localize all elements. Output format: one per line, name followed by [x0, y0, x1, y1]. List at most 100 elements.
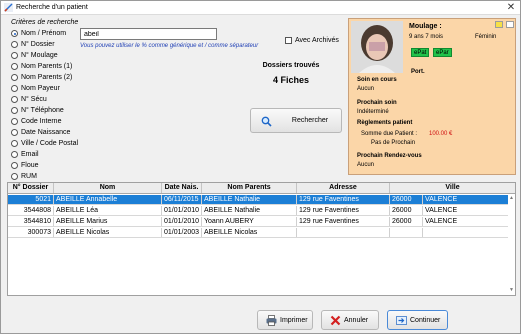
radio-button[interactable] — [11, 107, 18, 114]
cell-nom: ABEILLE Nicolas — [54, 228, 162, 237]
col-nom[interactable]: Nom — [54, 183, 162, 193]
radio-button[interactable] — [11, 118, 18, 125]
radio-button[interactable] — [11, 96, 18, 103]
title-bar: Recherche d'un patient ✕ — [1, 1, 520, 15]
patient-panel: Moulage : 9 ans 7 mois Féminin ePat ePar… — [348, 18, 516, 175]
cell-dossier: 3544808 — [8, 206, 54, 215]
cell-nom: ABEILLE Annabelle — [54, 195, 162, 204]
radio-label: RUM — [21, 173, 37, 180]
col-parents[interactable]: Nom Parents — [202, 183, 297, 193]
col-date[interactable]: Date Nais. — [162, 183, 202, 193]
cell-date: 01/01/2010 — [162, 217, 202, 226]
radio-label: Ville / Code Postal — [21, 140, 79, 147]
cell-cp: 26000 — [390, 206, 423, 215]
magnifier-icon — [261, 116, 272, 127]
cross-icon — [330, 315, 341, 326]
radio-button[interactable] — [11, 151, 18, 158]
archives-checkbox[interactable] — [285, 37, 292, 44]
results-count: 4 Fiches — [272, 75, 310, 85]
radio-label: Nom Payeur — [21, 85, 60, 92]
cell-parents: ABEILLE Nathalie — [202, 195, 297, 204]
search-input[interactable] — [80, 28, 217, 40]
moulage-label: Moulage : — [409, 23, 442, 30]
search-button-label: Rechercher — [291, 117, 329, 124]
results-title: Dossiers trouvés — [262, 62, 320, 69]
radio-label: N° Moulage — [21, 52, 58, 59]
cell-ville: VALENCE — [425, 218, 458, 225]
radio-button[interactable] — [11, 85, 18, 92]
somme-value: 100.00 € — [429, 131, 453, 137]
cell-parents: ABEILLE Nicolas — [202, 228, 297, 237]
cell-ville: VALENCE — [425, 196, 458, 203]
cancel-label: Annuler — [344, 317, 369, 324]
print-label: Imprimer — [280, 317, 308, 324]
white-flag-icon[interactable] — [506, 21, 514, 28]
radio-button[interactable] — [11, 63, 18, 70]
search-button[interactable]: Rechercher — [250, 108, 342, 133]
radio-label: Email — [21, 151, 39, 158]
cell-adresse — [297, 228, 390, 237]
somme-label: Somme due Patient : — [361, 131, 418, 137]
tag-epar[interactable]: ePar — [433, 48, 452, 57]
radio-label: N° Sécu — [21, 96, 47, 103]
tag-epat[interactable]: ePat — [411, 48, 430, 57]
col-adresse[interactable]: Adresse — [297, 183, 390, 193]
table-row[interactable]: 300073 ABEILLE Nicolas 01/01/2003 ABEILL… — [8, 228, 508, 238]
close-icon[interactable]: ✕ — [505, 2, 517, 14]
cell-ville: VALENCE — [425, 207, 458, 214]
rdv-title: Prochain Rendez-vous — [357, 153, 422, 159]
cell-date: 01/01/2010 — [162, 206, 202, 215]
cell-cp — [390, 228, 423, 237]
cell-parents: ABEILLE Nathalie — [202, 206, 297, 215]
table-header: N° Dossier Nom Date Nais. Nom Parents Ad… — [8, 183, 515, 194]
continue-button[interactable]: Continuer — [387, 310, 448, 330]
radio-button[interactable] — [11, 162, 18, 169]
scroll-down-icon[interactable]: ▼ — [509, 287, 514, 293]
soin-title: Soin en cours — [357, 77, 397, 83]
radio-button[interactable] — [11, 129, 18, 136]
cell-parents: Yoann AUBERY — [202, 217, 297, 226]
cell-nom: ABEILLE Léa — [54, 206, 162, 215]
scroll-up-icon[interactable]: ▲ — [509, 195, 514, 201]
table-row[interactable]: 5021 ABEILLE Annabelle 06/11/2015 ABEILL… — [8, 195, 508, 205]
radio-button[interactable] — [11, 41, 18, 48]
radio-label: N° Téléphone — [21, 107, 64, 114]
print-button[interactable]: Imprimer — [257, 310, 313, 330]
col-dossier[interactable]: N° Dossier — [8, 183, 54, 193]
app-icon — [4, 3, 13, 12]
archives-label: Avec Archivés — [295, 37, 339, 44]
radio-button[interactable] — [11, 140, 18, 147]
prochain-soin-title: Prochain soin — [357, 100, 397, 106]
table-row[interactable]: 3544810 ABEILLE Marius 01/01/2010 Yoann … — [8, 217, 508, 227]
radio-label: Nom Parents (2) — [21, 74, 73, 81]
patient-sexe: Féminin — [475, 34, 497, 40]
prochain-paiement: Pas de Prochain — [371, 140, 416, 146]
results-table: N° Dossier Nom Date Nais. Nom Parents Ad… — [7, 182, 516, 296]
radio-label: Nom Parents (1) — [21, 63, 73, 70]
cell-date: 01/01/2003 — [162, 228, 202, 237]
cell-dossier: 300073 — [8, 228, 54, 237]
radio-button[interactable] — [11, 52, 18, 59]
radio-button[interactable] — [11, 74, 18, 81]
radio-label: Nom / Prénom — [21, 30, 67, 37]
cell-cp: 26000 — [390, 195, 423, 204]
cancel-button[interactable]: Annuler — [321, 310, 379, 330]
cell-adresse: 129 rue Faventines — [297, 206, 390, 215]
reglements-title: Règlements patient — [357, 120, 413, 126]
table-row[interactable]: 3544808 ABEILLE Léa 01/01/2010 ABEILLE N… — [8, 206, 508, 216]
arrow-right-icon — [396, 316, 407, 325]
soin-value: Aucun — [357, 86, 375, 92]
cell-nom: ABEILLE Marius — [54, 217, 162, 226]
col-ville[interactable]: Ville — [390, 183, 515, 193]
radio-button[interactable] — [11, 30, 18, 37]
window-title: Recherche d'un patient — [16, 4, 88, 11]
radio-label: Floue — [21, 162, 39, 169]
radio-label: Date Naissance — [21, 129, 71, 136]
printer-icon — [266, 315, 277, 326]
cell-cp: 26000 — [390, 217, 423, 226]
radio-label: N° Dossier — [21, 41, 55, 48]
continue-label: Continuer — [410, 317, 441, 324]
yellow-flag-icon[interactable] — [495, 21, 503, 28]
criteria-legend: Critères de recherche — [11, 19, 79, 26]
radio-button[interactable] — [11, 173, 18, 180]
